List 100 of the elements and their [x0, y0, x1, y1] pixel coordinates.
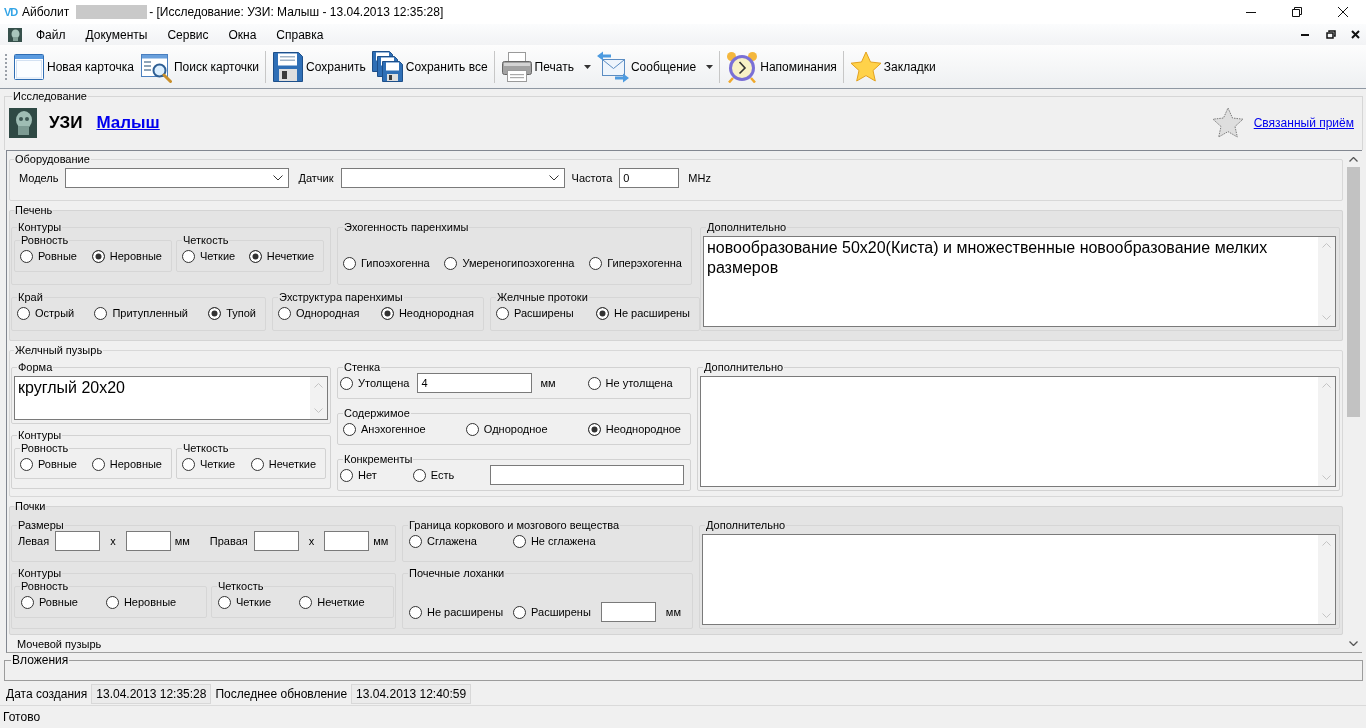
- floppy-disks-icon: [371, 50, 404, 83]
- radio-option[interactable]: Однородное: [465, 422, 548, 436]
- radio-option[interactable]: Гипоэхогенна: [343, 256, 430, 270]
- radio-option[interactable]: Острый: [17, 306, 75, 320]
- save-all-button[interactable]: Сохранить все: [368, 47, 491, 86]
- radio-option[interactable]: Неровные: [91, 457, 162, 471]
- field-label: Правая: [209, 535, 248, 547]
- date-label: Дата создания: [6, 686, 88, 701]
- radio-option[interactable]: Четкие: [182, 457, 236, 471]
- group-title: Четкость: [182, 234, 230, 246]
- group-title: Дополнительно: [706, 221, 788, 233]
- radio-option[interactable]: Умереногипоэхогенна: [444, 256, 575, 270]
- size-field[interactable]: [55, 531, 101, 551]
- xray-icon[interactable]: [8, 27, 22, 42]
- radio-option[interactable]: Однородная: [278, 306, 360, 320]
- status-text: Готово: [3, 710, 41, 724]
- unit-label: мм: [373, 535, 389, 547]
- radio-option[interactable]: Не сглажена: [512, 534, 596, 548]
- group-title: Четкость: [182, 442, 230, 454]
- scroll-up-icon[interactable]: [1349, 157, 1358, 162]
- print-button[interactable]: Печать: [497, 47, 594, 86]
- radio-option[interactable]: Нечеткие: [248, 249, 314, 263]
- group-title: Ровность: [20, 442, 70, 454]
- radio-option[interactable]: Ровные: [20, 249, 77, 263]
- xray-icon: [9, 108, 37, 138]
- section-title: Мочевой пузырь: [17, 638, 102, 650]
- radio-option[interactable]: Утолщена: [340, 376, 410, 390]
- size-field[interactable]: [253, 531, 299, 551]
- chevron-down-icon: [1322, 315, 1331, 320]
- date-label: Последнее обновление: [215, 686, 348, 701]
- times-label: x: [308, 535, 315, 547]
- group-title: Дополнительно: [703, 361, 785, 373]
- radio-option[interactable]: Неоднородная: [380, 306, 474, 320]
- chevron-up-icon: [1322, 383, 1331, 388]
- reminders-button[interactable]: Напоминания: [723, 47, 840, 86]
- radio-option[interactable]: Расширены: [496, 306, 574, 320]
- patient-link[interactable]: Малыш: [96, 113, 160, 133]
- scroll-down-icon[interactable]: [1349, 641, 1358, 646]
- menu-item[interactable]: Документы: [75, 25, 158, 44]
- notes-field[interactable]: [700, 376, 1336, 487]
- grip-icon[interactable]: [5, 53, 8, 80]
- field-label: Датчик: [298, 172, 334, 184]
- sensor-combo[interactable]: [340, 168, 565, 188]
- thickness-field[interactable]: 4: [417, 373, 533, 393]
- unit-label: мм: [540, 377, 556, 389]
- menu-item[interactable]: Файл: [26, 25, 76, 44]
- section-title: Оборудование: [14, 153, 91, 165]
- radio-option[interactable]: Четкие: [218, 595, 272, 609]
- notes-field[interactable]: новообразование 50x20(Киста) и множественные новообразование мелких размеров: [703, 236, 1336, 327]
- unit-label: MHz: [688, 172, 711, 184]
- close-icon: [1338, 7, 1348, 17]
- radio-option[interactable]: Не расширены: [409, 605, 504, 619]
- chevron-down-icon: [548, 175, 559, 181]
- radio-option[interactable]: Неровные: [91, 249, 162, 263]
- radio-option[interactable]: Не расширены: [595, 306, 690, 320]
- model-combo[interactable]: [65, 168, 290, 188]
- window-title: - [Исследование: УЗИ: Малыш - 13.04.2013 12:35:28]: [149, 5, 444, 19]
- new-card-button[interactable]: Новая карточка: [10, 47, 137, 86]
- radio-option[interactable]: Ровные: [20, 457, 77, 471]
- bookmarks-button[interactable]: Закладки: [846, 47, 939, 86]
- size-field[interactable]: [324, 531, 370, 551]
- stones-field[interactable]: [490, 465, 684, 485]
- message-button[interactable]: Сообщение: [593, 47, 717, 86]
- radio-option[interactable]: Ровные: [21, 595, 78, 609]
- chevron-down-icon: [1322, 475, 1331, 480]
- shape-field[interactable]: круглый 20x20: [14, 376, 328, 420]
- notes-field[interactable]: [702, 534, 1336, 625]
- minimize-icon: [1301, 33, 1309, 36]
- save-button[interactable]: Сохранить: [269, 47, 369, 86]
- radio-option[interactable]: Нечеткие: [250, 457, 316, 471]
- frequency-field[interactable]: 0: [619, 168, 680, 188]
- group-title: Желчные протоки: [496, 291, 589, 303]
- group-title: Содержимое: [343, 407, 411, 419]
- radio-option[interactable]: Неоднородное: [587, 422, 681, 436]
- size-field[interactable]: [125, 531, 171, 551]
- group-title: Конкременты: [343, 453, 414, 465]
- times-label: x: [110, 535, 116, 547]
- date-value: 13.04.2013 12:40:59: [351, 683, 472, 704]
- radio-option[interactable]: Анэхогенное: [343, 422, 426, 436]
- radio-option[interactable]: Притупленный: [94, 306, 188, 320]
- radio-option[interactable]: Есть: [412, 468, 455, 482]
- radio-option[interactable]: Расширены: [513, 605, 591, 619]
- menu-item[interactable]: Сервис: [157, 25, 219, 44]
- radio-option[interactable]: Не утолщена: [587, 376, 673, 390]
- radio-option[interactable]: Гиперэхогенна: [589, 256, 682, 270]
- radio-option[interactable]: Четкие: [182, 249, 236, 263]
- app-name: Айболит: [22, 5, 70, 19]
- menu-item[interactable]: Справка: [266, 25, 334, 44]
- star-outline-icon[interactable]: [1211, 107, 1244, 139]
- find-card-button[interactable]: Поиск карточки: [136, 47, 263, 86]
- radio-option[interactable]: Нет: [340, 468, 377, 482]
- pelvis-size-field[interactable]: [600, 602, 656, 622]
- radio-option[interactable]: Нечеткие: [299, 595, 365, 609]
- radio-option[interactable]: Тупой: [208, 306, 256, 320]
- menu-item[interactable]: Окна: [218, 25, 267, 44]
- scrollbar-thumb[interactable]: [1347, 167, 1360, 417]
- related-visit-link[interactable]: Связанный приём: [1253, 116, 1354, 130]
- group-title: Почечные лоханки: [408, 567, 506, 579]
- radio-option[interactable]: Сглажена: [409, 534, 477, 548]
- radio-option[interactable]: Неровные: [105, 595, 177, 609]
